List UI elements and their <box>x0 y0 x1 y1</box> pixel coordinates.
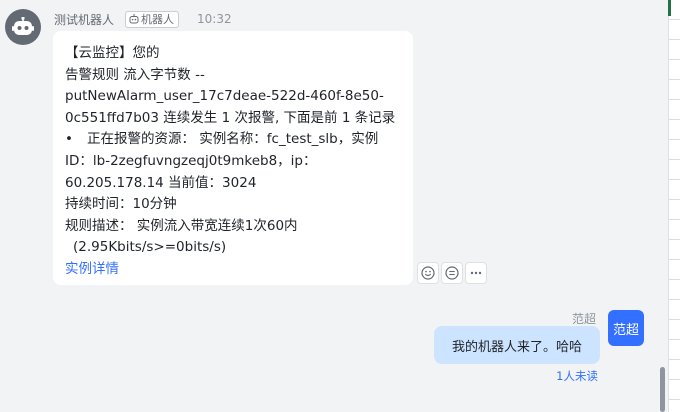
more-icon <box>469 266 483 280</box>
bot-badge: 机器人 <box>125 10 180 28</box>
bot-badge-label: 机器人 <box>141 13 175 26</box>
emoji-reaction-button[interactable] <box>417 262 439 284</box>
alarm-resource-item: • 正在报警的资源： 实例名称：fc_test_slb，实例 <box>65 129 403 151</box>
reply-icon <box>445 266 459 280</box>
alarm-description-detail: (2.95Kbits/s>=0bits/s) <box>73 239 227 256</box>
emoji-reaction-icon <box>421 266 435 280</box>
user-message-text: 我的机器人来了。哈哈 <box>451 339 582 355</box>
reply-button[interactable] <box>441 262 463 284</box>
alarm-resource-id: ID：lb-2zegfuvngzeqj0t9mkeb8，ip： <box>65 152 317 169</box>
alarm-message-card[interactable]: 【云监控】您的 告警规则 流入字节数 -- putNewAlarm_user_1… <box>53 31 413 285</box>
user-message-bubble[interactable]: 我的机器人来了。哈哈 <box>434 326 600 364</box>
alarm-title: 【云监控】您的 <box>65 45 160 61</box>
alarm-resource-text: 正在报警的资源： 实例名称：fc_test_slb，实例 <box>87 131 379 148</box>
message-actions <box>417 262 487 284</box>
user-sender-name[interactable]: 范超 <box>572 310 596 327</box>
robot-tag-icon <box>129 14 139 24</box>
alarm-rule-line: 告警规则 流入字节数 -- <box>65 66 205 83</box>
alarm-resource-value: 60.205.178.14 当前值：3024 <box>65 174 257 191</box>
alarm-rule-id: putNewAlarm_user_17c7deae-522d-460f-8e50… <box>65 88 384 105</box>
alarm-description: 规则描述： 实例流入带宽连续1次60内 <box>65 217 298 234</box>
avatar[interactable]: 范超 <box>608 310 644 346</box>
side-panel-edge <box>668 0 680 412</box>
chat-scrollbar[interactable] <box>660 367 665 412</box>
side-panel-accent <box>668 0 671 16</box>
bot-sender-name[interactable]: 测试机器人 <box>54 11 114 28</box>
robot-icon <box>12 17 34 37</box>
alarm-duration: 持续时间：10分钟 <box>65 196 177 213</box>
instance-detail-link[interactable]: 实例详情 <box>65 261 119 277</box>
read-status-link[interactable]: 1人未读 <box>556 368 598 384</box>
bullet-icon: • <box>65 131 73 148</box>
bot-message-header: 测试机器人 机器人 10:32 <box>54 10 232 28</box>
message-timestamp: 10:32 <box>197 12 232 26</box>
bot-avatar[interactable] <box>5 9 41 45</box>
alarm-rule-summary: 0c551ffd7b03 连续发生 1 次报警, 下面是前 1 条记录 <box>65 109 396 126</box>
more-actions-button[interactable] <box>465 262 487 284</box>
